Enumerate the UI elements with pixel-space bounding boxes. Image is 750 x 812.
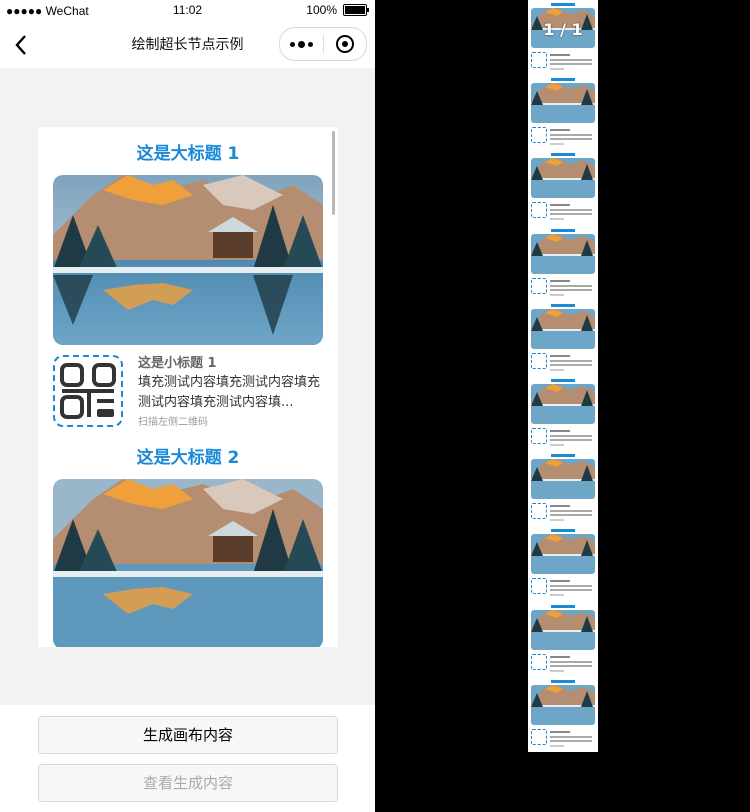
page-indicator: 1 / 1 [543,20,583,39]
card: 这是大标题 2 [38,447,338,647]
preview-card-thumbnail [528,301,598,376]
mini-program-capsule [279,27,367,61]
preview-card-thumbnail [528,376,598,451]
generate-canvas-button[interactable]: 生成画布内容 [38,716,338,754]
more-dots-icon [290,41,295,47]
card-title: 这是大标题 1 [136,144,240,164]
close-mini-program-button[interactable] [324,35,366,53]
battery-icon [343,4,369,16]
card-info: 这是小标题 1 填充测试内容填充测试内容填充测试内容填充测试内容填... 扫描左… [53,355,323,431]
preview-card-thumbnail [528,226,598,301]
card-subtitle: 这是小标题 1 [138,356,217,371]
landscape-image [53,175,323,345]
card-description: 填充测试内容填充测试内容填充测试内容填充测试内容填... [138,375,321,410]
target-icon [336,35,354,53]
preview-card-thumbnail [528,150,598,225]
preview-card-thumbnail [528,526,598,601]
action-footer: 生成画布内容 查看生成内容 [0,705,375,812]
qr-code-icon [53,355,123,427]
generated-image-preview[interactable]: 1 / 1 [528,0,598,752]
preview-card-thumbnail [528,75,598,150]
nav-bar: 绘制超长节点示例 [0,22,375,68]
preview-card-thumbnail [528,602,598,677]
preview-card-thumbnail [528,451,598,526]
preview-card-thumbnail [528,677,598,752]
phone-screen: ●●●●● WeChat 11:02 100% 绘制超长节点示例 这是大标题 1 [0,0,375,812]
view-result-button: 查看生成内容 [38,764,338,802]
status-bar: ●●●●● WeChat 11:02 100% [0,0,375,22]
battery-percent: 100% [306,3,337,17]
qr-hint: 扫描左侧二维码 [138,417,208,428]
card-title: 这是大标题 2 [136,448,240,468]
scrollbar[interactable] [332,131,335,215]
canvas-scroll-view[interactable]: 这是大标题 1 这是小标题 1 填充测试内容填充测试内容填充测试内容填充测试内容… [38,127,338,647]
more-button[interactable] [280,40,323,48]
landscape-image [53,479,323,647]
card: 这是大标题 1 这是小标题 1 填充测试内容填充测试内容填充测试内容填充测试内容… [38,143,338,431]
